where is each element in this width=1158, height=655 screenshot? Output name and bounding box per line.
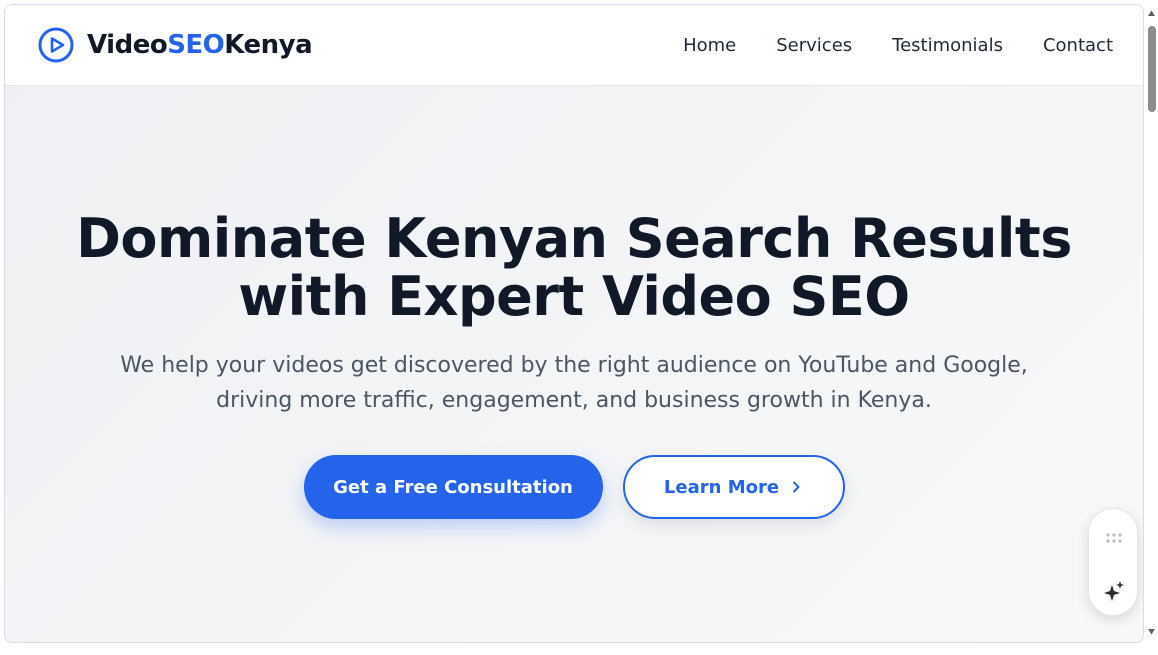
chevron-right-icon <box>793 481 800 493</box>
page-scrollbar[interactable] <box>1145 4 1158 643</box>
brand-name: VideoSEOKenya <box>87 30 313 60</box>
hero-section: Dominate Kenyan Search Results with Expe… <box>5 86 1143 642</box>
free-consultation-button[interactable]: Get a Free Consultation <box>303 455 603 519</box>
hero-subtitle-line1: We help your videos get discovered by th… <box>120 353 1028 378</box>
site-header: VideoSEOKenya Home Services Testimonials… <box>5 5 1143 86</box>
drag-handle-icon[interactable] <box>1105 531 1123 545</box>
hero-title-line1: Dominate Kenyan Search Results <box>76 207 1072 270</box>
brand-name-accent: SEO <box>167 30 225 60</box>
nav-link-testimonials[interactable]: Testimonials <box>892 35 1003 56</box>
hero-title: Dominate Kenyan Search Results with Expe… <box>5 210 1143 326</box>
scroll-up-arrow-icon[interactable] <box>1147 9 1156 18</box>
brand-name-part3: Kenya <box>224 30 313 60</box>
nav-link-contact[interactable]: Contact <box>1043 35 1113 56</box>
nav-link-home[interactable]: Home <box>683 35 736 56</box>
scroll-down-arrow-icon[interactable] <box>1147 627 1156 636</box>
main-nav: Home Services Testimonials Contact <box>683 35 1113 56</box>
hero-title-line2: with Expert Video SEO <box>238 265 910 328</box>
nav-link-services[interactable]: Services <box>776 35 852 56</box>
learn-more-button[interactable]: Learn More <box>622 455 845 519</box>
learn-more-label: Learn More <box>663 476 780 498</box>
sparkle-icon[interactable] <box>1102 579 1126 603</box>
brand-name-part1: Video <box>87 30 168 60</box>
play-circle-icon <box>38 27 74 63</box>
scrollbar-thumb[interactable] <box>1148 26 1156 112</box>
hero-subtitle-line2: driving more traffic, engagement, and bu… <box>216 388 932 413</box>
hero-actions: Get a Free Consultation Learn More <box>5 455 1143 519</box>
browser-viewport: VideoSEOKenya Home Services Testimonials… <box>4 4 1144 643</box>
floating-widget <box>1088 508 1138 616</box>
hero-subtitle: We help your videos get discovered by th… <box>5 348 1143 418</box>
brand-logo-link[interactable]: VideoSEOKenya <box>37 26 313 64</box>
